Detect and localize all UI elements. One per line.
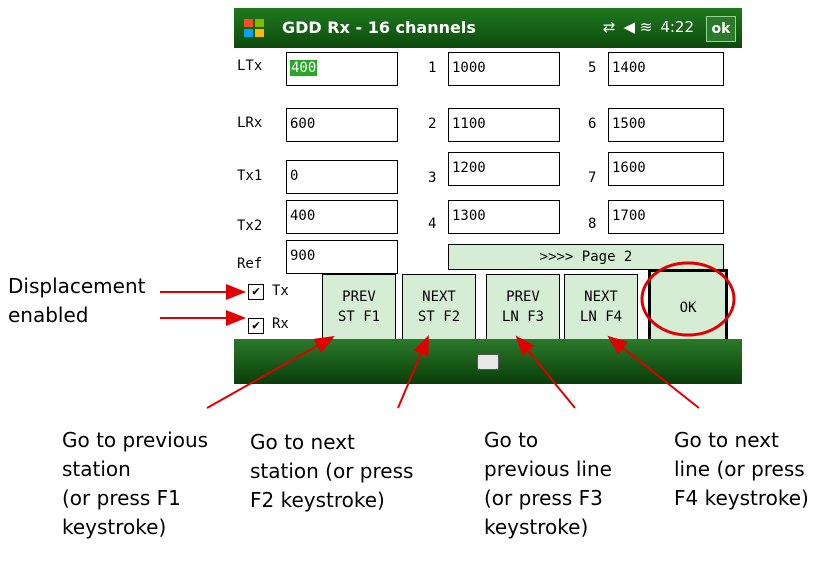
- prev-line-note: Go to previous line (or press F3 keystro…: [484, 428, 612, 539]
- prev-station-note: Go to previous station (or press F1 keys…: [62, 428, 209, 539]
- next-line-note: Go to next line (or press F4 keystroke): [674, 428, 809, 510]
- ok-highlight-circle: [640, 261, 736, 337]
- next-station-note: Go to next station (or press F2 keystrok…: [250, 430, 414, 512]
- prev-line-arrow: [515, 335, 576, 409]
- next-station-arrow: [397, 335, 429, 409]
- next-line-arrow: [607, 335, 700, 409]
- prev-station-arrow: [206, 336, 335, 409]
- displacement-note: Displacement enabled: [8, 274, 146, 327]
